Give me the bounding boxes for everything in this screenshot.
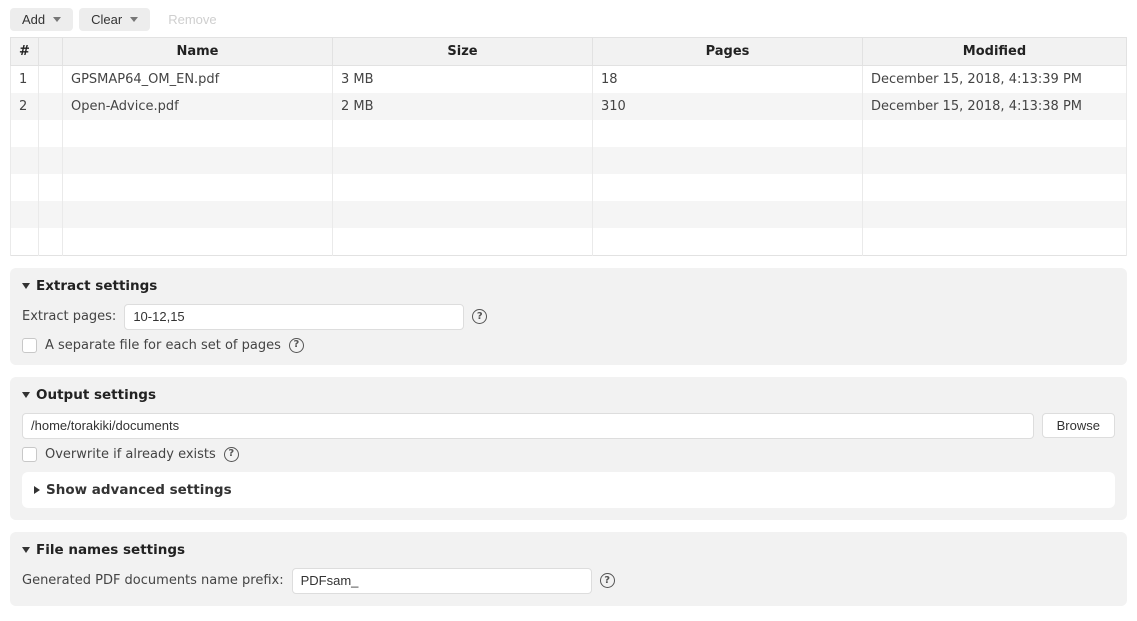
table-row[interactable]: 1 GPSMAP64_OM_EN.pdf3 MB18December 15, 20…: [11, 66, 1127, 94]
overwrite-checkbox[interactable]: [22, 447, 37, 462]
col-header-pages[interactable]: Pages: [593, 38, 863, 66]
cell-lock: [39, 66, 63, 94]
caret-down-icon: [53, 17, 61, 22]
clear-button[interactable]: Clear: [79, 8, 150, 31]
filenames-settings-title: File names settings: [36, 542, 185, 558]
cell-pages: 310: [593, 93, 863, 120]
help-icon[interactable]: ?: [472, 309, 487, 324]
table-header-row: # Name Size Pages Modified: [11, 38, 1127, 66]
table-row-empty: [11, 228, 1127, 255]
chevron-down-icon: [22, 392, 30, 398]
extract-settings-header[interactable]: Extract settings: [22, 278, 1115, 294]
remove-button: Remove: [156, 8, 228, 31]
col-header-modified[interactable]: Modified: [863, 38, 1127, 66]
table-row-empty: [11, 174, 1127, 201]
separate-file-checkbox[interactable]: [22, 338, 37, 353]
advanced-settings-title: Show advanced settings: [46, 482, 232, 498]
help-icon[interactable]: ?: [600, 573, 615, 588]
toolbar: Add Clear Remove: [10, 8, 1127, 31]
overwrite-label: Overwrite if already exists: [45, 447, 216, 462]
table-row-empty: [11, 147, 1127, 174]
remove-button-label: Remove: [168, 12, 216, 27]
chevron-right-icon: [34, 486, 40, 494]
app-root: Add Clear Remove # Name Size Pages Modif…: [0, 0, 1137, 616]
col-header-name[interactable]: Name: [63, 38, 333, 66]
file-table[interactable]: # Name Size Pages Modified 1 GPSMAP64_OM_…: [10, 37, 1127, 256]
chevron-down-icon: [22, 283, 30, 289]
cell-lock: [39, 93, 63, 120]
help-icon[interactable]: ?: [224, 447, 239, 462]
cell-index: 2: [11, 93, 39, 120]
clear-button-label: Clear: [91, 12, 122, 27]
output-settings-header[interactable]: Output settings: [22, 387, 1115, 403]
col-header-index[interactable]: #: [11, 38, 39, 66]
caret-down-icon: [130, 17, 138, 22]
filenames-settings-header[interactable]: File names settings: [22, 542, 1115, 558]
separate-file-label: A separate file for each set of pages: [45, 338, 281, 353]
table-row-empty: [11, 120, 1127, 147]
filename-prefix-input[interactable]: [292, 568, 592, 594]
col-header-lock[interactable]: [39, 38, 63, 66]
cell-name: GPSMAP64_OM_EN.pdf: [63, 66, 333, 94]
cell-modified: December 15, 2018, 4:13:39 PM: [863, 66, 1127, 94]
add-button-label: Add: [22, 12, 45, 27]
extract-settings-panel: Extract settings Extract pages: ? A sepa…: [10, 268, 1127, 365]
help-icon[interactable]: ?: [289, 338, 304, 353]
cell-pages: 18: [593, 66, 863, 94]
cell-index: 1: [11, 66, 39, 94]
cell-size: 3 MB: [333, 66, 593, 94]
extract-pages-input[interactable]: [124, 304, 464, 330]
output-path-input[interactable]: [22, 413, 1034, 439]
extract-pages-label: Extract pages:: [22, 309, 116, 324]
table-row-empty: [11, 201, 1127, 228]
advanced-settings-toggle[interactable]: Show advanced settings: [22, 472, 1115, 508]
cell-name: Open-Advice.pdf: [63, 93, 333, 120]
add-button[interactable]: Add: [10, 8, 73, 31]
extract-settings-title: Extract settings: [36, 278, 157, 294]
filenames-settings-panel: File names settings Generated PDF docume…: [10, 532, 1127, 606]
output-settings-title: Output settings: [36, 387, 156, 403]
browse-button[interactable]: Browse: [1042, 413, 1115, 438]
cell-size: 2 MB: [333, 93, 593, 120]
chevron-down-icon: [22, 547, 30, 553]
table-row[interactable]: 2 Open-Advice.pdf2 MB310December 15, 2018…: [11, 93, 1127, 120]
cell-modified: December 15, 2018, 4:13:38 PM: [863, 93, 1127, 120]
output-settings-panel: Output settings Browse Overwrite if alre…: [10, 377, 1127, 520]
col-header-size[interactable]: Size: [333, 38, 593, 66]
filename-prefix-label: Generated PDF documents name prefix:: [22, 573, 284, 588]
